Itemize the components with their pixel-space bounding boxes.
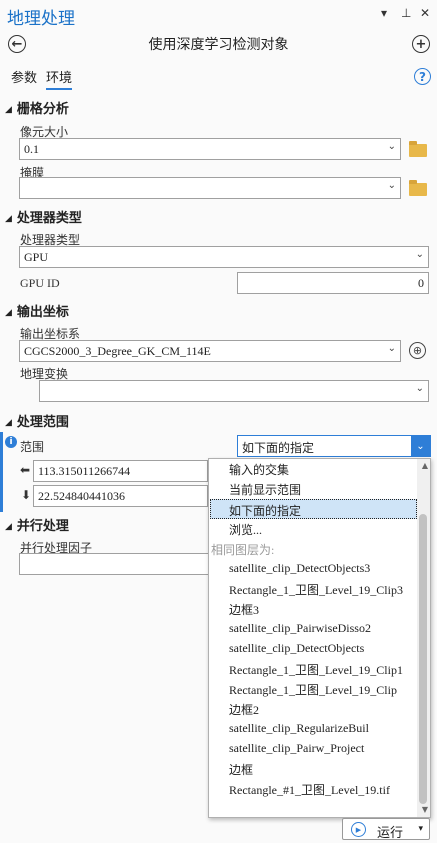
help-icon[interactable]: ? (414, 68, 431, 85)
chevron-down-icon: ⌄ (387, 141, 396, 152)
scroll-down-icon[interactable]: ▼ (422, 805, 428, 814)
extent-combo[interactable]: 如下面的指定 ⌄ (237, 435, 431, 457)
dropdown-option-browse[interactable]: 浏览... (229, 521, 262, 538)
chevron-down-icon[interactable]: ▾ (418, 824, 423, 834)
dropdown-layer-item[interactable]: satellite_clip_DetectObjects (229, 641, 364, 656)
active-parameter-indicator (0, 432, 3, 512)
arrow-left-icon: ⬅ (20, 463, 31, 477)
gpu-id-input[interactable]: 0 (237, 272, 429, 294)
tab-environments[interactable]: 环境 (46, 67, 73, 90)
dropdown-layers-header: 相同图层为: (211, 543, 275, 557)
collapse-triangle-icon: ◢ (5, 307, 12, 317)
section-output-coordinates[interactable]: ◢ 输出坐标 (5, 301, 69, 320)
dropdown-layer-item[interactable]: Rectangle_1_卫图_Level_19_Clip (229, 681, 397, 698)
collapse-triangle-icon: ◢ (5, 521, 12, 531)
output-coord-system-combo[interactable]: CGCS2000_3_Degree_GK_CM_114E ⌄ (19, 340, 401, 362)
section-parallel-processing[interactable]: ◢ 并行处理 (5, 515, 69, 534)
dropdown-layer-item[interactable]: satellite_clip_DetectObjects3 (229, 561, 370, 576)
chevron-down-icon: ⌄ (415, 383, 424, 394)
extent-label: 范围 (20, 440, 45, 454)
extent-dropdown-list: 输入的交集 当前显示范围 如下面的指定 浏览... 相同图层为: satelli… (208, 458, 431, 818)
play-icon: ▶ (351, 822, 366, 837)
geo-transform-combo[interactable]: ⌄ (39, 380, 429, 402)
chevron-down-icon: ⌄ (415, 249, 424, 260)
dropdown-layer-item[interactable]: 边框3 (229, 601, 259, 618)
dropdown-layer-item[interactable]: satellite_clip_Pairw_Project (229, 741, 364, 756)
collapse-triangle-icon: ◢ (5, 417, 12, 427)
dropdown-layer-item[interactable]: 边框2 (229, 701, 259, 718)
processor-type-value: GPU (24, 250, 49, 264)
extent-value: 如下面的指定 (242, 441, 315, 455)
dropdown-layer-item[interactable]: 边框 (229, 761, 253, 778)
cell-size-combo[interactable]: 0.1 ⌄ (19, 138, 401, 160)
gpu-id-value: 0 (418, 276, 424, 290)
section-processor-type[interactable]: ◢ 处理器类型 (5, 207, 82, 226)
section-processing-extent[interactable]: ◢ 处理范围 (5, 411, 69, 430)
options-menu-icon[interactable]: ▾ (381, 6, 387, 20)
dropdown-layer-item[interactable]: Rectangle_1_卫图_Level_19_Clip1 (229, 661, 403, 678)
section-raster-analysis[interactable]: ◢ 栅格分析 (5, 98, 69, 117)
dropdown-layer-item[interactable]: satellite_clip_PairwiseDisso2 (229, 621, 371, 636)
collapse-triangle-icon: ◢ (5, 104, 12, 114)
arrow-down-icon: ⬇ (21, 488, 32, 502)
dropdown-option-as-specified[interactable]: 如下面的指定 (210, 499, 417, 519)
collapse-triangle-icon: ◢ (5, 213, 12, 223)
run-button-label: 运行 (377, 825, 404, 840)
extent-y-input[interactable]: 22.524840441036 (33, 485, 208, 507)
parallel-factor-input[interactable] (19, 553, 209, 575)
dropdown-scrollbar[interactable]: ▲ ▼ (417, 459, 430, 817)
dropdown-option-current-display[interactable]: 当前显示范围 (229, 481, 301, 498)
dropdown-layer-item[interactable]: Rectangle_#1_卫图_Level_19.tif (229, 781, 390, 798)
chevron-down-icon[interactable]: ⌄ (411, 436, 430, 456)
gpu-id-label: GPU ID (20, 276, 60, 290)
dropdown-layer-item[interactable]: Rectangle_1_卫图_Level_19_Clip3 (229, 581, 403, 598)
folder-icon[interactable] (409, 141, 427, 157)
run-button[interactable]: ▶ 运行 ▾ (342, 818, 430, 840)
extent-x-input[interactable]: 113.315011266744 (33, 460, 208, 482)
output-coord-system-value: CGCS2000_3_Degree_GK_CM_114E (24, 344, 211, 358)
scroll-up-icon[interactable]: ▲ (422, 461, 428, 470)
dropdown-layer-item[interactable]: satellite_clip_RegularizeBuil (229, 721, 369, 736)
tool-title: 使用深度学习检测对象 (148, 38, 289, 53)
extent-x-value: 113.315011266744 (38, 464, 131, 478)
add-icon[interactable]: + (412, 35, 430, 53)
dropdown-scroll-thumb[interactable] (419, 514, 427, 804)
chevron-down-icon: ⌄ (387, 180, 396, 191)
dropdown-option-input-intersection[interactable]: 输入的交集 (229, 461, 289, 478)
processor-type-combo[interactable]: GPU ⌄ (19, 246, 429, 268)
extent-y-value: 22.524840441036 (38, 489, 125, 503)
mask-combo[interactable]: ⌄ (19, 177, 401, 199)
globe-icon[interactable]: ⊕ (409, 342, 426, 359)
folder-icon[interactable] (409, 180, 427, 196)
chevron-down-icon: ⌄ (387, 343, 396, 354)
tab-parameters[interactable]: 参数 (11, 67, 37, 86)
close-icon[interactable]: ✕ (420, 6, 430, 20)
pane-title: 地理处理 (7, 9, 75, 29)
pin-icon[interactable]: ⊥ (401, 6, 411, 20)
info-icon[interactable]: i (5, 436, 17, 448)
cell-size-value: 0.1 (24, 142, 39, 156)
